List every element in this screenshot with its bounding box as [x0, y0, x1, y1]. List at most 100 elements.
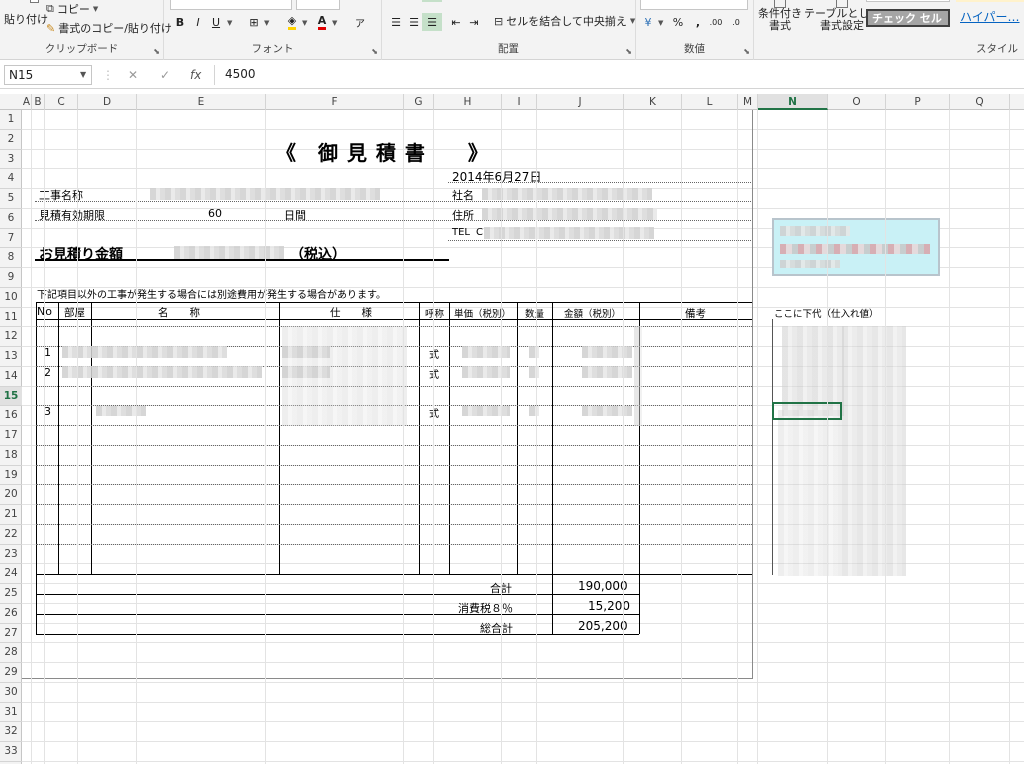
formula-input[interactable]: 4500	[214, 65, 1020, 85]
align-bottom-button[interactable]	[422, 0, 442, 2]
column-header-q[interactable]: Q	[950, 94, 1010, 110]
row-header-7[interactable]: 7	[0, 229, 22, 249]
merge-center-button[interactable]: ⊟ セルを結合して中央揃え ▼	[494, 13, 635, 29]
column-header-i[interactable]: I	[502, 94, 537, 110]
row-header-11[interactable]: 11	[0, 308, 22, 328]
redacted-column	[634, 326, 642, 426]
border-button[interactable]: ⊞	[244, 13, 264, 31]
formula-bar: N15 ▼ ⋮ ✕ ✓ fx 4500	[0, 61, 1024, 89]
row-header-28[interactable]: 28	[0, 643, 22, 663]
row-header-21[interactable]: 21	[0, 505, 22, 525]
copy-button[interactable]: ⧉ コピー ▼	[46, 1, 98, 17]
column-header-h[interactable]: H	[434, 94, 502, 110]
dialog-launcher-icon[interactable]: ⬊	[743, 47, 750, 56]
fill-color-button[interactable]: ◈	[282, 13, 302, 31]
decrease-indent-button[interactable]: ⇤	[446, 13, 466, 31]
font-size-combo[interactable]	[296, 0, 340, 10]
chevron-down-icon[interactable]: ▼	[264, 19, 269, 27]
align-center-icon: ☰	[409, 15, 419, 29]
column-header-p[interactable]: P	[886, 94, 950, 110]
dialog-launcher-icon[interactable]: ⬊	[625, 47, 632, 56]
row-header-32[interactable]: 32	[0, 722, 22, 742]
column-header-k[interactable]: K	[624, 94, 682, 110]
column-header-d[interactable]: D	[78, 94, 137, 110]
row-header-30[interactable]: 30	[0, 683, 22, 703]
active-cell[interactable]	[772, 402, 842, 420]
font-color-button[interactable]: A	[312, 13, 332, 31]
format-painter-button[interactable]: ✎ 書式のコピー/貼り付け	[46, 20, 172, 36]
dialog-launcher-icon[interactable]: ⬊	[153, 47, 160, 56]
column-header-o[interactable]: O	[828, 94, 886, 110]
dialog-launcher-icon[interactable]: ⬊	[371, 47, 378, 56]
accounting-format-button[interactable]: ¥	[638, 13, 658, 31]
style-gallery-item[interactable]	[956, 0, 1024, 2]
row-header-29[interactable]: 29	[0, 663, 22, 683]
column-header-g[interactable]: G	[404, 94, 434, 110]
chevron-down-icon[interactable]: ▼	[80, 70, 86, 79]
row-header-19[interactable]: 19	[0, 466, 22, 486]
column-header-b[interactable]: B	[32, 94, 45, 110]
row-header-9[interactable]: 9	[0, 268, 22, 288]
column-header-n[interactable]: N	[758, 94, 828, 110]
hyperlink-style[interactable]: ハイパー…	[956, 7, 1024, 25]
row-header-24[interactable]: 24	[0, 564, 22, 584]
row-header-31[interactable]: 31	[0, 703, 22, 723]
bold-button[interactable]: B	[170, 13, 190, 31]
row-header-16[interactable]: 16	[0, 406, 22, 426]
column-header-e[interactable]: E	[137, 94, 266, 110]
row-header-4[interactable]: 4	[0, 169, 22, 189]
column-header-l[interactable]: L	[682, 94, 738, 110]
increase-indent-button[interactable]: ⇥	[464, 13, 484, 31]
paste-button[interactable]: 貼り付け	[4, 0, 48, 28]
italic-button[interactable]: I	[188, 13, 208, 31]
row-header-2[interactable]: 2	[0, 130, 22, 150]
percent-button[interactable]: %	[668, 13, 688, 31]
row-header-12[interactable]: 12	[0, 327, 22, 347]
row-header-6[interactable]: 6	[0, 209, 22, 229]
column-header-a[interactable]: A	[22, 94, 32, 110]
row-header-3[interactable]: 3	[0, 150, 22, 170]
chevron-down-icon[interactable]: ▼	[332, 19, 337, 27]
row-header-10[interactable]: 10	[0, 288, 22, 308]
align-right-button[interactable]: ☰	[422, 13, 442, 31]
row-header-15[interactable]: 15	[0, 386, 22, 407]
row-header-5[interactable]: 5	[0, 189, 22, 209]
cancel-icon[interactable]: ✕	[128, 68, 138, 82]
row-header-27[interactable]: 27	[0, 624, 22, 644]
row-header-8[interactable]: 8	[0, 248, 22, 268]
row-header-13[interactable]: 13	[0, 347, 22, 367]
row-header-18[interactable]: 18	[0, 446, 22, 466]
underline-button[interactable]: U	[206, 13, 226, 31]
number-format-combo[interactable]	[640, 0, 748, 10]
align-left-button[interactable]: ☰	[386, 13, 406, 31]
column-header-f[interactable]: F	[266, 94, 404, 110]
chevron-down-icon[interactable]: ▼	[658, 19, 663, 27]
row-header-22[interactable]: 22	[0, 525, 22, 545]
chevron-down-icon[interactable]: ▼	[302, 19, 307, 27]
column-header-c[interactable]: C	[45, 94, 78, 110]
insert-function-icon[interactable]: fx	[190, 68, 201, 82]
row-header-33[interactable]: 33	[0, 742, 22, 762]
row-header-14[interactable]: 14	[0, 367, 22, 387]
column-header-m[interactable]: M	[738, 94, 758, 110]
align-center-button[interactable]: ☰	[404, 13, 424, 31]
conditional-format-button[interactable]: 条件付き 書式	[758, 0, 802, 32]
style-gallery-item[interactable]	[866, 0, 950, 2]
cells-area[interactable]: 《 御 見 積 書 》 2014年6月27日 工事名称 社名 見積有効期限 60…	[22, 110, 1024, 764]
decrease-decimal-button[interactable]: .0	[726, 13, 746, 31]
check-cell-style[interactable]: チェック セル	[866, 9, 950, 27]
row-header-25[interactable]: 25	[0, 584, 22, 604]
row-header-20[interactable]: 20	[0, 485, 22, 505]
phonetic-button[interactable]: ア	[350, 13, 370, 31]
chevron-down-icon[interactable]: ▼	[227, 19, 232, 27]
row-header-1[interactable]: 1	[0, 110, 22, 130]
comma-button[interactable]: ,	[688, 13, 708, 31]
increase-decimal-button[interactable]: .00	[706, 13, 726, 31]
name-box[interactable]: N15	[4, 65, 92, 85]
row-header-23[interactable]: 23	[0, 545, 22, 565]
column-header-j[interactable]: J	[537, 94, 624, 110]
enter-icon[interactable]: ✓	[160, 68, 170, 82]
row-header-26[interactable]: 26	[0, 604, 22, 624]
row-header-17[interactable]: 17	[0, 426, 22, 446]
font-name-combo[interactable]	[170, 0, 292, 10]
